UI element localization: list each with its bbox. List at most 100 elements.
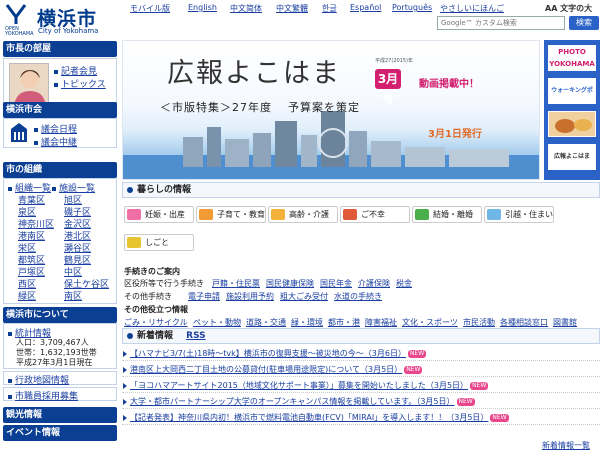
news-heading: 新着情報 RSS xyxy=(122,328,600,344)
lang-portuguese[interactable]: Português xyxy=(392,3,432,12)
other-procedures-label: その他手続き xyxy=(124,292,172,301)
photo-yokohama-thumb[interactable]: PHOTO YOKOHAMA xyxy=(548,45,596,71)
life-button[interactable]: 妊娠・出産 xyxy=(124,206,194,223)
council-box: 議会日程 議会中継 xyxy=(3,118,117,148)
lang-spanish[interactable]: Español xyxy=(350,3,381,12)
life-button[interactable]: ご不幸 xyxy=(340,206,410,223)
useful-links-item[interactable]: 障害福祉 xyxy=(365,317,397,328)
mayor-photo[interactable] xyxy=(9,63,49,105)
news-item[interactable]: 大学・都市パートナーシップ大学のオープンキャンパス情報を掲載しています。（3月5… xyxy=(122,394,600,409)
ward-links-item[interactable]: 国民健康保険 xyxy=(266,278,314,289)
new-badge: NEW xyxy=(470,381,489,390)
life-button[interactable]: しごと xyxy=(124,234,194,251)
recruit-link[interactable]: 市職員採用募集 xyxy=(8,389,78,402)
yokohama-logo[interactable]: OPEN YOKOHAMA 横浜市 City of Yokohama xyxy=(5,3,125,37)
life-category-icon xyxy=(127,237,141,248)
lang-korean[interactable]: 한글 xyxy=(322,3,337,14)
council-stream-link[interactable]: 議会中継 xyxy=(34,135,77,148)
life-button-label: 引越・住まい xyxy=(505,210,553,219)
useful-links-item[interactable]: 図書館 xyxy=(553,317,577,328)
walking-point-thumb[interactable]: ウォーキングポイント xyxy=(548,78,596,104)
language-bar: モバイル版 English 中文简体 中文繁體 한글 Español Portu… xyxy=(130,3,600,15)
mayor-press-link[interactable]: 記者会見 xyxy=(54,64,97,77)
life-button-label: 高齢・介護 xyxy=(289,210,329,219)
life-button[interactable]: 子育て・教育 xyxy=(196,206,266,223)
life-button-label: ご不幸 xyxy=(361,210,385,219)
about-box: 統計情報 人口：3,709,467人 世帯：1,632,193世帯 平成27年3… xyxy=(3,323,117,369)
event-heading[interactable]: イベント情報 xyxy=(3,425,117,441)
lang-chinese-simplified[interactable]: 中文简体 xyxy=(230,3,262,14)
news-item-text[interactable]: 「ヨコハマアートサイト2015（地域文化サポート事業）」募集を開始いたしました（… xyxy=(130,381,468,390)
news-heading-text: 新着情報 xyxy=(137,331,174,341)
ward-links-item[interactable]: 戸籍・住民票 xyxy=(212,278,260,289)
banner-release-date: 3月1日発行 xyxy=(428,129,482,140)
news-item-text[interactable]: 【ハマナビ3/7(土)18時〜tvk】横浜市の復興支援〜被災地の今〜（3月6日） xyxy=(130,349,406,358)
site-header: OPEN YOKOHAMA 横浜市 City of Yokohama モバイル版… xyxy=(0,0,600,38)
new-badge: NEW xyxy=(456,397,475,406)
useful-links-item[interactable]: ペット・動物 xyxy=(193,317,241,328)
useful-links-item[interactable]: 文化・スポーツ xyxy=(402,317,458,328)
news-item-text[interactable]: 【記者発表】神奈川県内初！横浜市で燃料電池自動車(FCV)「MIRAI」を導入し… xyxy=(130,413,488,422)
org-heading[interactable]: 市の組織 xyxy=(3,162,117,178)
new-badge: NEW xyxy=(407,349,427,358)
ward-links-item[interactable]: 税金 xyxy=(396,278,412,289)
banner-issue-date: 平成27(2015)年 xyxy=(375,58,413,64)
useful-links-item[interactable]: ごみ・リサイクル xyxy=(124,317,188,328)
mayor-topics-link[interactable]: トピックス xyxy=(54,77,106,90)
admin-map-link[interactable]: 行政地図情報 xyxy=(8,373,69,386)
lang-mobile[interactable]: モバイル版 xyxy=(130,3,170,14)
useful-info-heading: その他役立つ情報 xyxy=(124,305,188,314)
search-button[interactable]: 検索 xyxy=(569,16,599,30)
life-button-label: 結婚・離婚 xyxy=(433,210,473,219)
lang-chinese-traditional[interactable]: 中文繁體 xyxy=(276,3,308,14)
useful-links-item[interactable]: 市民活動 xyxy=(463,317,495,328)
council-building-icon xyxy=(11,123,27,142)
stats-date-text: 平成27年3月1日現在 xyxy=(16,358,93,367)
mayor-heading[interactable]: 市長の部屋 xyxy=(3,41,117,57)
news-item[interactable]: 【記者発表】神奈川県内初！横浜市で燃料電池自動車(FCV)「MIRAI」を導入し… xyxy=(122,410,600,425)
useful-links-item[interactable]: 緑・環境 xyxy=(291,317,323,328)
other-links-item[interactable]: 水道の手続き xyxy=(334,291,382,302)
life-button[interactable]: 引越・住まい xyxy=(484,206,554,223)
life-button[interactable]: 高齢・介護 xyxy=(268,206,338,223)
council-heading[interactable]: 横浜市会 xyxy=(3,102,117,118)
life-button[interactable]: 結婚・離婚 xyxy=(412,206,482,223)
news-more-link[interactable]: 新着情報一覧 xyxy=(542,440,590,451)
about-heading[interactable]: 横浜市について xyxy=(3,307,117,323)
news-item[interactable]: 港南区上大岡西二丁目土地の公募貸付(駐車場用途限定)について（3月5日） NEW xyxy=(122,362,600,377)
useful-links-item[interactable]: 都市・港 xyxy=(328,317,360,328)
banner-issue-number: 3月号 xyxy=(375,69,401,106)
feature-thumbnails: PHOTO YOKOHAMA ウォーキングポイント 広報よこはま xyxy=(544,40,600,180)
rss-link[interactable]: RSS xyxy=(186,331,206,341)
lang-english[interactable]: English xyxy=(188,3,217,12)
news-item[interactable]: 「ヨコハマアートサイト2015（地域文化サポート事業）」募集を開始いたしました（… xyxy=(122,378,600,393)
ward-links-item[interactable]: 介護保険 xyxy=(358,278,390,289)
other-links-item[interactable]: 施設利用予約 xyxy=(226,291,274,302)
life-category-icon xyxy=(415,209,429,220)
other-links-item[interactable]: 粗大ごみ受付 xyxy=(280,291,328,302)
useful-links-item[interactable]: 各種相談窓口 xyxy=(500,317,548,328)
admin-map-box: 行政地図情報 xyxy=(3,371,117,386)
kouhou-banner[interactable]: 広報よこはま 平成27(2015)年 3月号 動画掲載中！ ＜市版特集＞27年度… xyxy=(122,40,540,180)
news-item[interactable]: 【ハマナビ3/7(土)18時〜tvk】横浜市の復興支援〜被災地の今〜（3月6日）… xyxy=(122,346,600,361)
text-size-toggle[interactable]: AA 文字の大 xyxy=(545,3,592,14)
city-skyline-icon xyxy=(123,111,539,179)
lang-easy-japanese[interactable]: やさしいにほんご xyxy=(440,3,504,14)
life-button-label: 妊娠・出産 xyxy=(145,210,185,219)
other-links-item[interactable]: 電子申請 xyxy=(188,291,220,302)
food-thumb[interactable] xyxy=(548,111,596,137)
council-schedule-link[interactable]: 議会日程 xyxy=(34,122,77,135)
ward-link[interactable]: 南区 xyxy=(64,289,82,302)
search-input[interactable] xyxy=(437,16,565,30)
ward-links-item[interactable]: 国民年金 xyxy=(320,278,352,289)
banner-subtitle: ＜市版特集＞27年度 xyxy=(160,101,272,114)
yokohama-mark-icon xyxy=(5,4,27,24)
kouhou-thumb[interactable]: 広報よこはま xyxy=(548,144,596,170)
life-button-label: 子育て・教育 xyxy=(217,210,265,219)
useful-links-item[interactable]: 道路・交通 xyxy=(246,317,286,328)
new-badge: NEW xyxy=(404,365,423,374)
news-item-text[interactable]: 港南区上大岡西二丁目土地の公募貸付(駐車場用途限定)について（3月5日） xyxy=(130,365,402,374)
ward-link[interactable]: 緑区 xyxy=(18,289,36,302)
tourism-heading[interactable]: 観光情報 xyxy=(3,407,117,423)
news-item-text[interactable]: 大学・都市パートナーシップ大学のオープンキャンパス情報を掲載しています。（3月5… xyxy=(130,397,455,406)
